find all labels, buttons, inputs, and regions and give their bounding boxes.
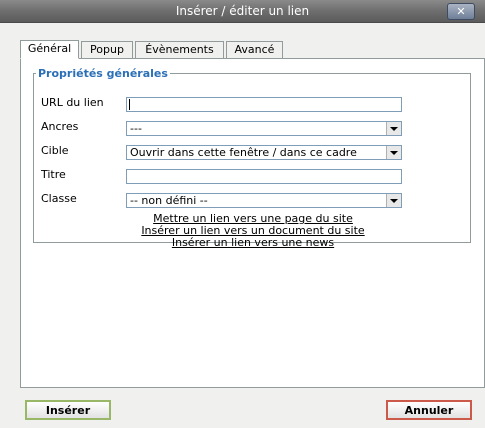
- class-value: -- non défini --: [130, 194, 208, 207]
- insert-button[interactable]: Insérer: [25, 400, 111, 420]
- anchors-select[interactable]: ---: [126, 121, 402, 136]
- target-value: Ouvrir dans cette fenêtre / dans ce cadr…: [130, 146, 357, 159]
- tab-events[interactable]: Évènements: [135, 41, 224, 58]
- url-label: URL du lien: [41, 96, 104, 109]
- tab-popup[interactable]: Popup: [81, 41, 133, 58]
- anchors-value: ---: [130, 122, 142, 135]
- target-label: Cible: [41, 144, 69, 157]
- tab-panel-general: Propriétés générales URL du lien Ancres …: [20, 58, 485, 388]
- title-bar: Insérer / éditer un lien ✕: [0, 0, 485, 23]
- tab-general[interactable]: Général: [20, 40, 79, 59]
- title-label: Titre: [41, 168, 66, 181]
- link-news[interactable]: Insérer un lien vers une news: [34, 237, 472, 249]
- tab-advanced[interactable]: Avancé: [226, 41, 283, 58]
- title-input[interactable]: [126, 169, 402, 184]
- class-select[interactable]: -- non défini --: [126, 193, 402, 208]
- link-dialog: Insérer / éditer un lien ✕ Général Popup…: [0, 0, 485, 428]
- target-select[interactable]: Ouvrir dans cette fenêtre / dans ce cadr…: [126, 145, 402, 160]
- chevron-down-icon[interactable]: [386, 194, 401, 207]
- chevron-down-icon[interactable]: [386, 146, 401, 159]
- close-button[interactable]: ✕: [447, 3, 475, 20]
- chevron-down-icon[interactable]: [386, 122, 401, 135]
- general-properties-group: Propriétés générales URL du lien Ancres …: [33, 67, 471, 249]
- anchors-label: Ancres: [41, 120, 79, 133]
- quick-links: Mettre un lien vers une page du site Ins…: [34, 213, 472, 249]
- text-caret: [129, 99, 130, 110]
- cancel-button[interactable]: Annuler: [386, 400, 472, 420]
- class-label: Classe: [41, 192, 77, 205]
- group-legend: Propriétés générales: [38, 67, 168, 80]
- url-input[interactable]: [126, 97, 402, 112]
- dialog-title: Insérer / éditer un lien: [175, 4, 310, 18]
